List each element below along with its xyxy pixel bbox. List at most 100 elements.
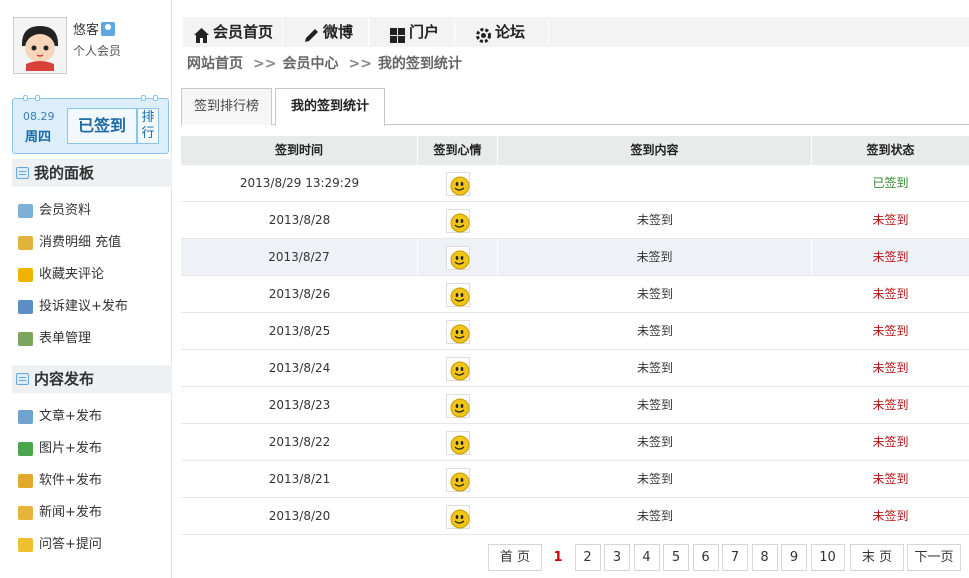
breadcrumb-item[interactable]: 网站首页 xyxy=(187,56,243,72)
panel-section-header: 我的面板 xyxy=(12,159,172,187)
checked-in-button[interactable]: 已签到 xyxy=(67,108,137,144)
pager-last-button[interactable]: 末 页 xyxy=(850,544,904,571)
sidebar-item-label[interactable]: 收藏夹评论 xyxy=(39,267,104,282)
cell-time: 2013/8/24 xyxy=(268,361,331,375)
checkin-table: 签到时间 签到心情 签到内容 签到状态 2013/8/29 13:29:29 已签… xyxy=(181,136,969,535)
username[interactable]: 悠客 xyxy=(73,19,116,38)
topnav-label[interactable]: 门户 xyxy=(409,23,439,41)
username-text[interactable]: 悠客 xyxy=(73,23,99,38)
pager-page-button[interactable]: 6 xyxy=(692,544,719,571)
sidebar-item-label[interactable]: 新闻+发布 xyxy=(39,505,102,520)
status-text: 未签到 xyxy=(872,472,909,486)
sidebar-item-panel-0[interactable]: 会员资料 xyxy=(18,201,91,221)
pager-page-button[interactable]: 8 xyxy=(751,544,778,571)
cell-mood xyxy=(418,165,498,201)
cell-time: 2013/8/27 xyxy=(181,239,418,275)
topnav-home[interactable]: 会员首页 xyxy=(183,17,283,47)
checkin-weekday: 周四 xyxy=(25,130,52,145)
table-row: 2013/8/24 未签到 未签到 xyxy=(181,350,969,387)
pager-page-button[interactable]: 10 xyxy=(810,544,845,571)
tab-1[interactable]: 我的签到统计 xyxy=(275,88,385,126)
cell-mood xyxy=(418,202,498,238)
gear-icon xyxy=(475,24,492,43)
home-icon xyxy=(193,24,210,43)
sidebar-item-label[interactable]: 表单管理 xyxy=(39,331,91,346)
status-text: 已签到 xyxy=(872,176,909,190)
smiley-face-icon xyxy=(445,245,470,270)
user-role: 个人会员 xyxy=(73,44,122,58)
sidebar-item-publish-2[interactable]: 软件+发布 xyxy=(18,471,102,491)
pager-page-button[interactable]: 7 xyxy=(722,544,748,571)
notebook-icon xyxy=(18,300,33,314)
pager-page-button[interactable]: 4 xyxy=(633,544,660,571)
software-box-icon xyxy=(18,474,33,488)
topnav-label[interactable]: 论坛 xyxy=(495,23,525,41)
smiley-face-icon xyxy=(446,467,470,492)
topnav-label[interactable]: 微博 xyxy=(323,23,353,41)
sidebar-item-publish-4[interactable]: 问答+提问 xyxy=(18,535,102,555)
pager-page-button[interactable]: 1 xyxy=(545,544,571,571)
sidebar-item-panel-4[interactable]: 表单管理 xyxy=(18,329,91,349)
cell-mood xyxy=(418,276,498,312)
star-icon xyxy=(18,268,33,282)
top-navigation: 会员首页 微博 门户 论坛 xyxy=(183,17,969,47)
chat-bubble-icon xyxy=(18,538,33,552)
smiley-face-icon xyxy=(446,504,470,529)
sidebar-item-label[interactable]: 图片+发布 xyxy=(39,441,102,456)
sidebar-item-panel-1[interactable]: 消费明细 充值 xyxy=(18,233,121,253)
avatar[interactable] xyxy=(13,17,67,74)
checkin-date: 08.29 xyxy=(23,110,55,123)
profile-card-icon xyxy=(18,204,33,218)
header-content: 签到内容 xyxy=(498,136,812,165)
cell-mood xyxy=(418,461,498,497)
grid-icon xyxy=(389,24,406,43)
sidebar-item-publish-0[interactable]: 文章+发布 xyxy=(18,407,102,427)
status-text: 未签到 xyxy=(872,398,909,412)
table-row: 2013/8/20 未签到 未签到 xyxy=(181,498,969,535)
topnav-label[interactable]: 会员首页 xyxy=(213,23,273,41)
pager-page-button[interactable]: 2 xyxy=(574,544,601,571)
sidebar-item-publish-3[interactable]: 新闻+发布 xyxy=(18,503,102,523)
sidebar-item-panel-2[interactable]: 收藏夹评论 xyxy=(18,265,104,285)
pager-page-button[interactable]: 5 xyxy=(663,544,689,571)
pager-page-button[interactable]: 3 xyxy=(604,544,630,571)
sidebar-item-label[interactable]: 问答+提问 xyxy=(39,537,102,552)
ranking-button[interactable]: 排行 xyxy=(137,108,159,144)
user-profile: 悠客 个人会员 xyxy=(13,17,173,77)
cell-content: 未签到 xyxy=(636,398,673,412)
header-time: 签到时间 xyxy=(181,136,418,165)
sidebar-item-label[interactable]: 消费明细 充值 xyxy=(39,235,121,250)
header-mood: 签到心情 xyxy=(418,136,498,165)
publish-icon xyxy=(16,373,29,385)
breadcrumb-item: 我的签到统计 xyxy=(377,56,462,72)
topnav-grid[interactable]: 门户 xyxy=(379,17,455,47)
topnav-pen[interactable]: 微博 xyxy=(293,17,369,47)
status-text: 未签到 xyxy=(872,287,909,301)
header-status: 签到状态 xyxy=(866,143,915,157)
checkin-widget: 08.29 周四 已签到 排行 xyxy=(12,95,169,154)
cell-content: 未签到 xyxy=(636,287,673,301)
pager-next-button[interactable]: 下一页 xyxy=(907,544,961,571)
cell-time: 2013/8/20 xyxy=(268,509,331,523)
sidebar-item-label[interactable]: 会员资料 xyxy=(39,203,91,218)
pager-first-button[interactable]: 首 页 xyxy=(488,544,542,571)
publish-section-header: 内容发布 xyxy=(12,365,172,393)
cell-time: 2013/8/25 xyxy=(268,324,331,338)
smiley-face-icon xyxy=(446,430,470,455)
sidebar-item-panel-3[interactable]: 投诉建议+发布 xyxy=(18,297,128,317)
table-row: 2013/8/26 未签到 未签到 xyxy=(181,276,969,313)
table-row: 2013/8/25 未签到 未签到 xyxy=(181,313,969,350)
table-row: 2013/8/28 未签到 未签到 xyxy=(181,202,969,239)
cell-content: 未签到 xyxy=(636,361,673,375)
sidebar-item-label[interactable]: 文章+发布 xyxy=(39,409,102,424)
status-text: 未签到 xyxy=(872,324,909,338)
breadcrumb-item[interactable]: 会员中心 xyxy=(282,56,338,72)
sidebar-item-publish-1[interactable]: 图片+发布 xyxy=(18,439,102,459)
cell-time: 2013/8/23 xyxy=(268,398,331,412)
topnav-gear[interactable]: 论坛 xyxy=(465,17,549,47)
sidebar-item-label[interactable]: 软件+发布 xyxy=(39,473,102,488)
tab-0[interactable]: 签到排行榜 xyxy=(181,88,272,125)
status-text: 未签到 xyxy=(872,213,909,227)
sidebar-item-label[interactable]: 投诉建议+发布 xyxy=(39,299,128,314)
pager-page-button[interactable]: 9 xyxy=(781,544,807,571)
